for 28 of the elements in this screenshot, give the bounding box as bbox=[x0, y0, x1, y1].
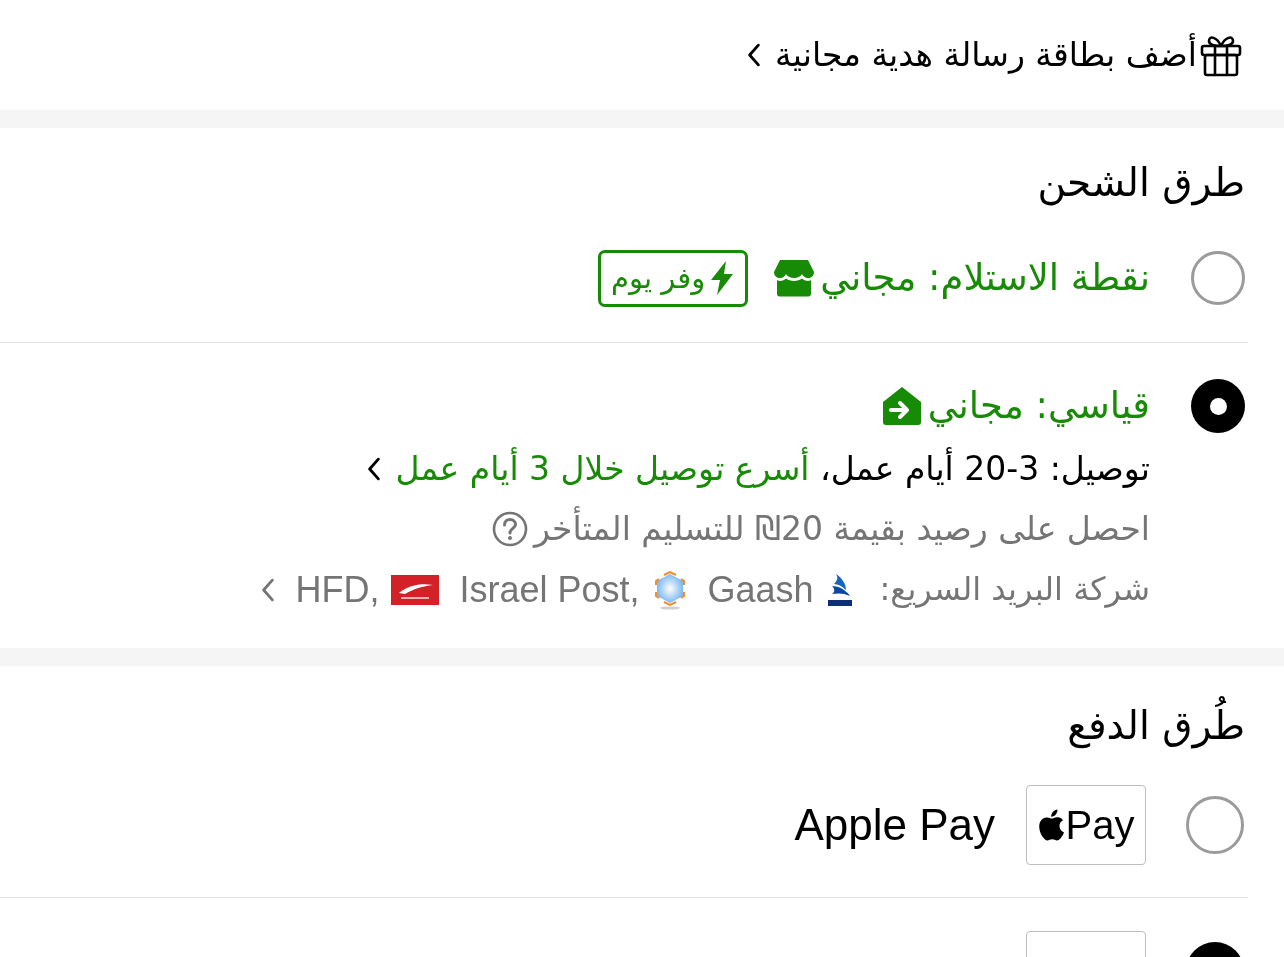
post-logo-icon bbox=[391, 574, 440, 605]
shipping-option-label: قياسي: مجاني bbox=[927, 383, 1150, 430]
shipping-option-label: نقطة الاستلام: مجاني bbox=[820, 255, 1150, 302]
apple-logo-icon bbox=[1037, 809, 1064, 841]
pay-wordmark: Pay bbox=[1065, 802, 1135, 849]
house-arrow-icon bbox=[881, 386, 922, 426]
radio-button[interactable] bbox=[1191, 379, 1245, 433]
lightning-icon bbox=[709, 261, 736, 295]
swoosh-logo-icon bbox=[825, 571, 854, 608]
gift-card-link[interactable]: أضف بطاقة رسالة هدية مجانية bbox=[775, 31, 1197, 79]
chevron-icon bbox=[747, 43, 762, 67]
radio-button[interactable] bbox=[1186, 796, 1244, 854]
late-delivery-note: احصل على رصيد بقيمة 20₪ للتسليم المتأخر bbox=[533, 505, 1150, 550]
chevron-icon bbox=[367, 457, 382, 481]
chevron-icon bbox=[261, 577, 276, 602]
gift-icon bbox=[1199, 33, 1243, 77]
delivery-estimate: توصيل: 3-20 أيام عمل، أسرع توصيل خلال 3 أيام عمل bbox=[395, 446, 1150, 490]
payment-method-label: Apple Pay bbox=[794, 798, 995, 851]
store-icon bbox=[774, 259, 815, 297]
fast-delivery-link[interactable]: أسرع توصيل خلال 3 أيام عمل bbox=[395, 448, 810, 488]
carrier-name: HFD, bbox=[295, 567, 380, 612]
saving-label: وفر يوم bbox=[611, 259, 706, 297]
carriers-label: شركة البريد السريع: bbox=[879, 569, 1150, 611]
carrier-name: Israel Post, bbox=[459, 567, 640, 612]
section-heading: طرق الشحن bbox=[1037, 159, 1245, 208]
carrier-name: Gaash bbox=[707, 567, 814, 612]
radio-button[interactable] bbox=[1191, 251, 1245, 305]
help-icon[interactable] bbox=[491, 511, 528, 547]
